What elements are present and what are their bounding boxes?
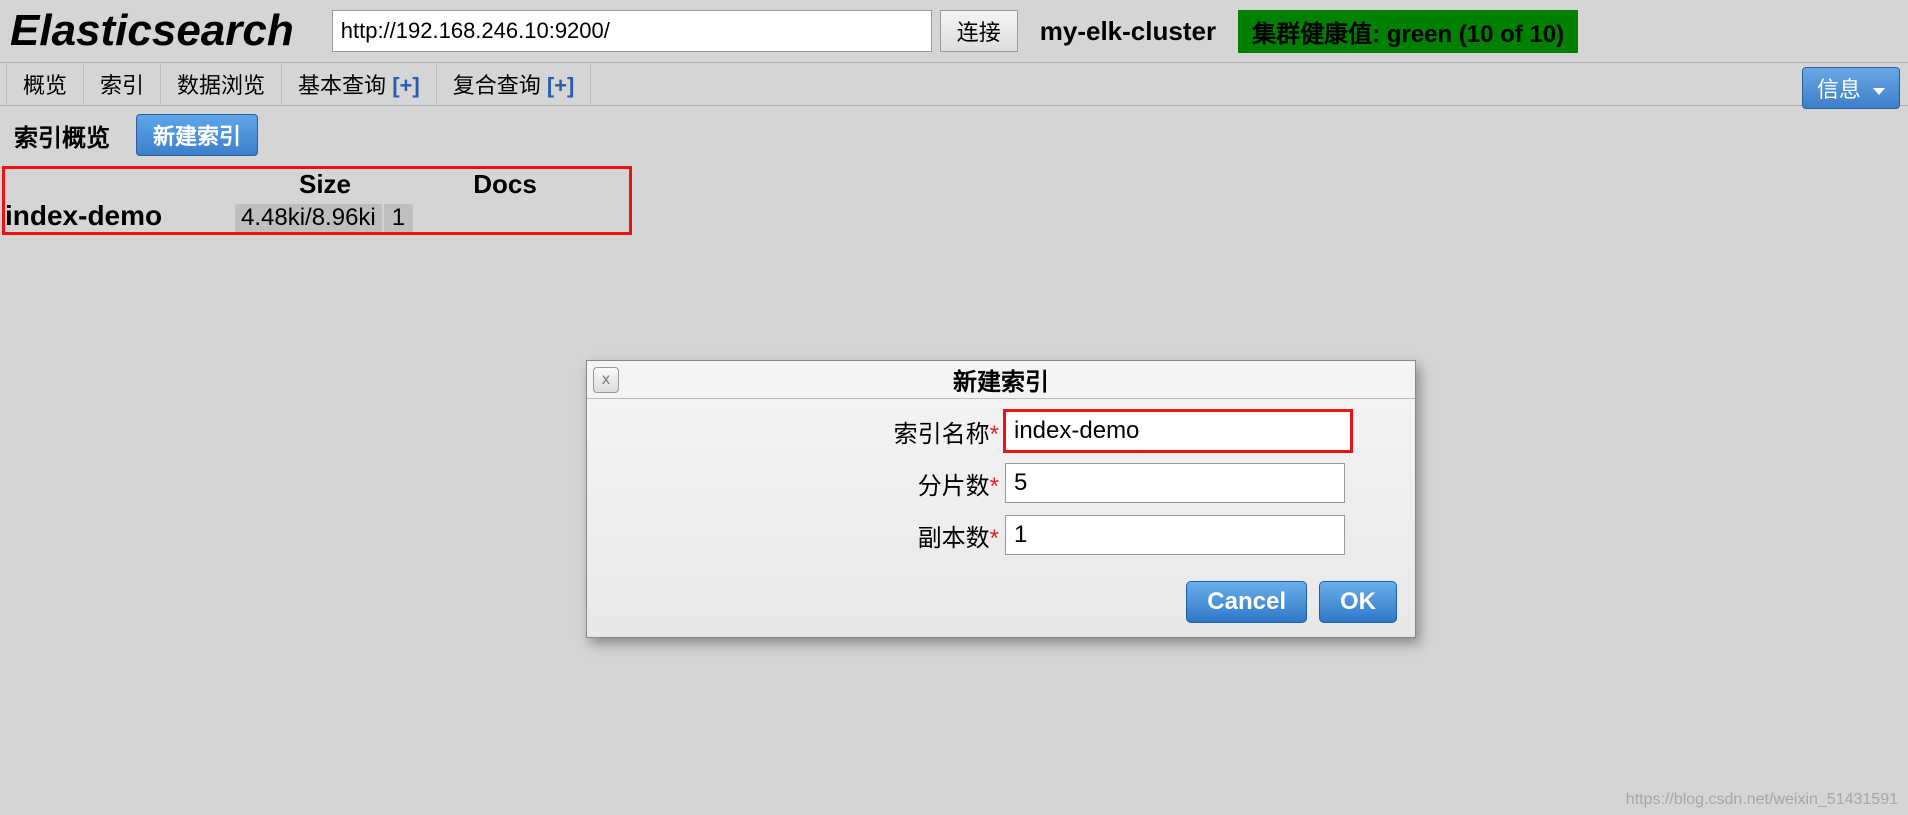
index-name-cell: index-demo (5, 200, 235, 232)
index-docs-cell: 1 (384, 204, 413, 232)
tab-basic-query[interactable]: 基本查询 [+] (282, 62, 437, 106)
index-name-label-text: 索引名称 (894, 421, 990, 448)
dialog-footer: Cancel OK (587, 577, 1415, 637)
info-dropdown-button[interactable]: 信息 (1802, 67, 1900, 109)
cluster-health-badge: 集群健康值: green (10 of 10) (1238, 10, 1578, 53)
ok-button[interactable]: OK (1319, 581, 1397, 623)
tab-index[interactable]: 索引 (84, 62, 161, 106)
form-row-replicas: 副本数* (605, 515, 1397, 555)
chevron-down-icon (1873, 88, 1885, 95)
connect-button[interactable]: 连接 (940, 10, 1018, 52)
replicas-label: 副本数* (605, 518, 1005, 553)
index-size-cell: 4.48ki/8.96ki (235, 204, 382, 232)
tab-overview[interactable]: 概览 (6, 62, 84, 106)
tab-compound-query-plus[interactable]: [+] (547, 73, 575, 98)
required-asterisk: * (990, 421, 999, 448)
dialog-body: 索引名称* 分片数* 副本数* (587, 399, 1415, 577)
shards-input[interactable] (1005, 463, 1345, 503)
index-summary-box: Size Docs index-demo 4.48ki/8.96ki 1 (2, 166, 632, 235)
page-subtitle: 索引概览 (14, 118, 110, 153)
cancel-button[interactable]: Cancel (1186, 581, 1307, 623)
table-row[interactable]: index-demo 4.48ki/8.96ki 1 (5, 200, 629, 232)
new-index-button[interactable]: 新建索引 (136, 114, 258, 156)
col-name-header (5, 169, 235, 200)
index-name-input[interactable] (1005, 411, 1351, 451)
info-button-label: 信息 (1817, 77, 1861, 102)
index-name-label: 索引名称* (605, 414, 1005, 449)
tabs-bar: 概览 索引 数据浏览 基本查询 [+] 复合查询 [+] 信息 (0, 62, 1908, 106)
header-bar: Elasticsearch 连接 my-elk-cluster 集群健康值: g… (0, 0, 1908, 62)
close-icon[interactable]: x (593, 367, 619, 393)
app-title: Elasticsearch (10, 6, 294, 56)
replicas-label-text: 副本数 (918, 525, 990, 552)
shards-label: 分片数* (605, 466, 1005, 501)
tab-browse[interactable]: 数据浏览 (161, 62, 282, 106)
index-table-header: Size Docs (5, 169, 629, 200)
new-index-dialog: x 新建索引 索引名称* 分片数* 副本数* Cancel OK (586, 360, 1416, 638)
cluster-name: my-elk-cluster (1040, 16, 1216, 47)
dialog-title-bar[interactable]: x 新建索引 (587, 361, 1415, 399)
tab-compound-query-label: 复合查询 (453, 73, 541, 98)
shards-label-text: 分片数 (918, 473, 990, 500)
tab-basic-query-plus[interactable]: [+] (392, 73, 420, 98)
col-docs-header: Docs (415, 169, 595, 200)
col-size-header: Size (235, 169, 415, 200)
required-asterisk: * (990, 525, 999, 552)
form-row-shards: 分片数* (605, 463, 1397, 503)
replicas-input[interactable] (1005, 515, 1345, 555)
form-row-name: 索引名称* (605, 411, 1397, 451)
cluster-url-input[interactable] (332, 10, 932, 52)
tab-compound-query[interactable]: 复合查询 [+] (437, 62, 592, 106)
tab-basic-query-label: 基本查询 (298, 73, 386, 98)
required-asterisk: * (990, 473, 999, 500)
watermark: https://blog.csdn.net/weixin_51431591 (1626, 791, 1898, 809)
sub-toolbar: 索引概览 新建索引 (0, 106, 1908, 164)
dialog-title: 新建索引 (587, 362, 1415, 397)
